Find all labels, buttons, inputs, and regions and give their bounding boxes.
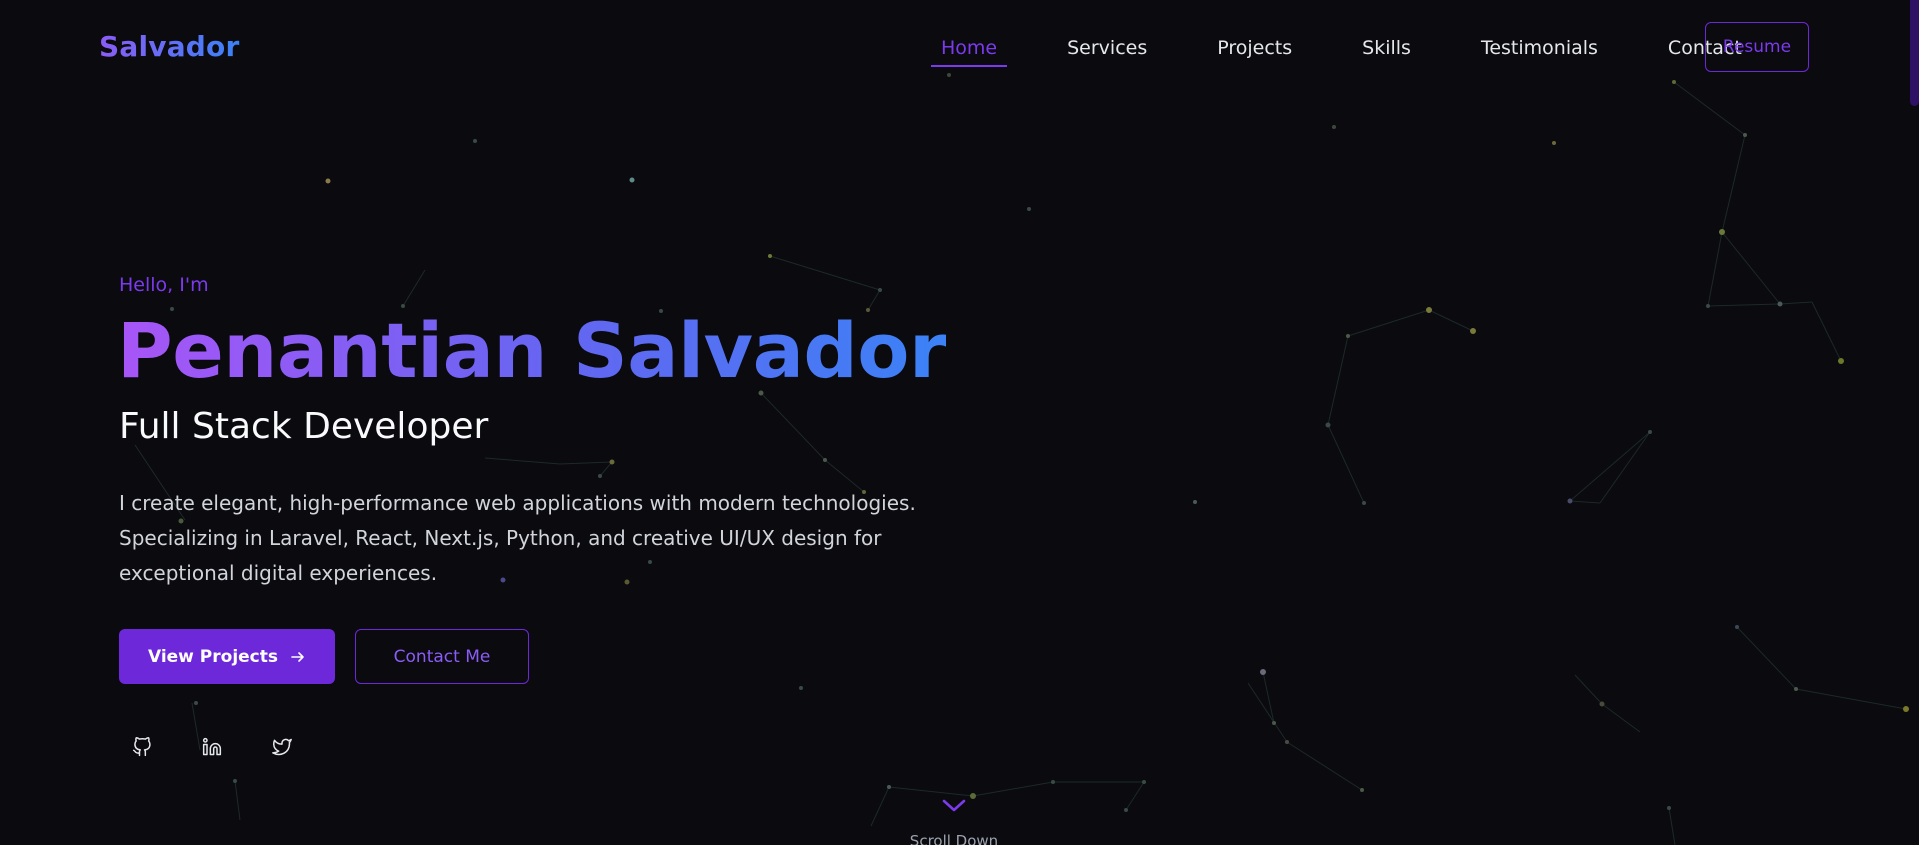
nav-item-projects[interactable]: Projects xyxy=(1207,31,1302,65)
hero-role: Full Stack Developer xyxy=(119,406,489,447)
linkedin-icon[interactable] xyxy=(201,736,223,758)
nav-item-skills[interactable]: Skills xyxy=(1352,31,1421,65)
social-links xyxy=(131,736,293,758)
view-projects-button[interactable]: View Projects xyxy=(119,629,335,684)
view-projects-label: View Projects xyxy=(147,646,279,667)
resume-button[interactable]: Resume xyxy=(1705,22,1809,72)
nav-links: Home Services Projects Skills Testimonia… xyxy=(931,0,1802,96)
nav-item-testimonials[interactable]: Testimonials xyxy=(1471,31,1608,65)
arrow-right-icon xyxy=(291,651,304,662)
brand-logo[interactable]: Salvador xyxy=(99,30,240,63)
page: Salvador Home Services Projects Skills T… xyxy=(0,0,1919,845)
navbar: Salvador Home Services Projects Skills T… xyxy=(0,0,1919,96)
scrollbar[interactable] xyxy=(1910,0,1919,106)
twitter-icon[interactable] xyxy=(271,736,293,758)
contact-me-button[interactable]: Contact Me xyxy=(355,629,529,684)
hero-greeting: Hello, I'm xyxy=(119,274,209,296)
scroll-down-label: Scroll Down xyxy=(909,832,999,845)
github-icon[interactable] xyxy=(131,736,153,758)
chevron-down-icon xyxy=(942,799,966,812)
hero-name: Penantian Salvador xyxy=(117,306,946,395)
hero-description: I create elegant, high-performance web a… xyxy=(119,491,916,585)
nav-item-home[interactable]: Home xyxy=(931,31,1008,67)
nav-item-services[interactable]: Services xyxy=(1057,31,1157,65)
